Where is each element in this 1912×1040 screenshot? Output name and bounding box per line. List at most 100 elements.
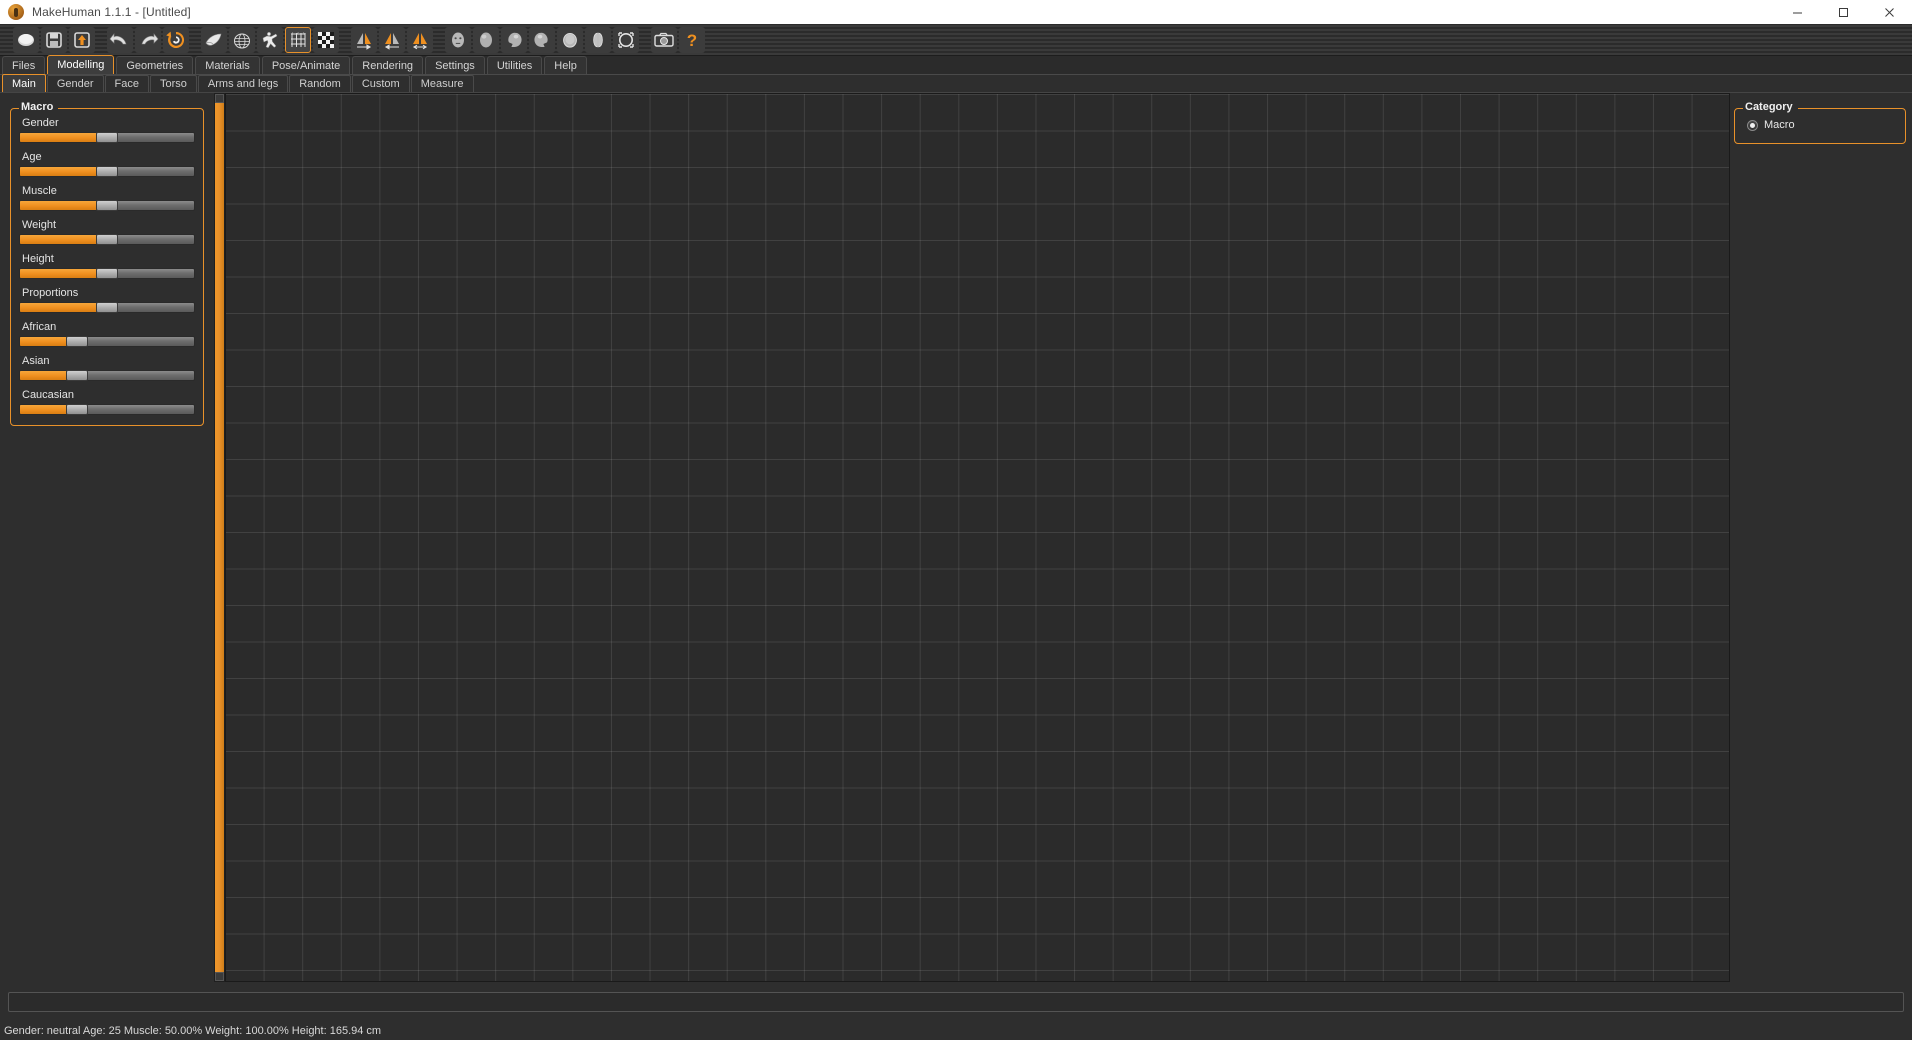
slider-asian[interactable]: Asian (19, 355, 195, 381)
symmetry-right-icon[interactable] (351, 26, 377, 53)
grid-icon[interactable] (285, 26, 311, 53)
slider-fill (20, 133, 107, 142)
slider-label: Caucasian (22, 389, 74, 401)
scroll-down-icon[interactable] (215, 972, 224, 981)
subtab-arms-and-legs[interactable]: Arms and legs (197, 75, 289, 92)
slider-muscle[interactable]: Muscle (19, 185, 195, 211)
progress-bar-area (8, 992, 1904, 1012)
slider-track[interactable] (19, 200, 195, 211)
slider-handle[interactable] (66, 370, 89, 381)
slider-track[interactable] (19, 234, 195, 245)
viewport-vertical-scrollbar[interactable] (214, 93, 225, 982)
slider-age[interactable]: Age (19, 151, 195, 177)
radio-button-icon[interactable] (1747, 119, 1758, 131)
slider-caucasian[interactable]: Caucasian (19, 389, 195, 415)
left-view-head-icon[interactable] (501, 26, 527, 53)
reset-camera-icon[interactable] (613, 26, 639, 53)
slider-track[interactable] (19, 132, 195, 143)
subtab-main[interactable]: Main (2, 74, 46, 92)
slider-handle[interactable] (66, 336, 89, 347)
subtab-face[interactable]: Face (104, 75, 150, 92)
new-document-icon[interactable] (13, 26, 39, 53)
slider-track[interactable] (19, 336, 195, 347)
slider-track[interactable] (19, 370, 195, 381)
slider-handle[interactable] (66, 404, 89, 415)
category-option-macro[interactable]: Macro (1743, 117, 1897, 133)
slider-label: Height (22, 253, 54, 265)
tab-help[interactable]: Help (544, 56, 587, 74)
smooth-shading-icon[interactable] (201, 26, 227, 53)
left-settings-panel: Macro Gender Age Muscle Weight Height Pr… (0, 93, 212, 426)
checkerboard-background-icon[interactable] (313, 26, 339, 53)
slider-handle[interactable] (96, 166, 118, 177)
main-tab-bar: Files Modelling Geometries Materials Pos… (0, 55, 1912, 75)
slider-proportions[interactable]: Proportions (19, 287, 195, 313)
toolbar-separator (96, 27, 106, 53)
tab-files[interactable]: Files (2, 56, 46, 74)
tab-rendering[interactable]: Rendering (352, 56, 424, 74)
category-option-label: Macro (1764, 119, 1795, 131)
slider-handle[interactable] (96, 302, 118, 313)
scroll-up-icon[interactable] (215, 94, 224, 103)
subtab-custom[interactable]: Custom (351, 75, 410, 92)
slider-label: Asian (22, 355, 50, 367)
front-view-face-icon[interactable] (445, 26, 471, 53)
slider-handle[interactable] (96, 268, 118, 279)
pose-figure-icon[interactable] (257, 26, 283, 53)
slider-handle[interactable] (96, 234, 118, 245)
slider-handle[interactable] (96, 132, 118, 143)
slider-height[interactable]: Height (19, 253, 195, 279)
camera-grab-screenshot-icon[interactable] (651, 26, 677, 53)
symmetry-left-icon[interactable] (379, 26, 405, 53)
slider-weight[interactable]: Weight (19, 219, 195, 245)
tab-pose-animate[interactable]: Pose/Animate (261, 56, 351, 74)
slider-label: African (22, 321, 57, 333)
reset-mesh-icon[interactable] (163, 26, 189, 53)
3d-viewport[interactable] (225, 93, 1730, 982)
maximize-icon[interactable] (1820, 0, 1866, 24)
top-view-head-icon[interactable] (557, 26, 583, 53)
side-by-side-view-icon[interactable] (585, 26, 611, 53)
slider-label: Muscle (22, 185, 57, 197)
slider-track[interactable] (19, 166, 195, 177)
subtab-gender[interactable]: Gender (46, 75, 104, 92)
back-view-head-icon[interactable] (473, 26, 499, 53)
help-question-mark-icon[interactable]: ? (679, 26, 705, 53)
subtab-measure[interactable]: Measure (410, 75, 474, 92)
tab-geometries[interactable]: Geometries (116, 56, 194, 74)
slider-fill (20, 269, 107, 278)
status-bar-text: Gender: neutral Age: 25 Muscle: 50.00% W… (4, 1025, 382, 1037)
main-toolbar: ? (0, 24, 1912, 56)
slider-gender[interactable]: Gender (19, 117, 195, 143)
tab-utilities[interactable]: Utilities (486, 56, 543, 74)
close-icon[interactable] (1866, 0, 1912, 24)
toolbar-separator (340, 27, 350, 53)
viewport-area (214, 93, 1730, 982)
tab-modelling[interactable]: Modelling (47, 55, 115, 74)
slider-african[interactable]: African (19, 321, 195, 347)
slider-label: Gender (22, 117, 59, 129)
slider-fill (20, 167, 107, 176)
slider-fill (20, 235, 107, 244)
slider-track[interactable] (19, 404, 195, 415)
slider-fill (20, 201, 107, 210)
tab-settings[interactable]: Settings (425, 56, 485, 74)
slider-handle[interactable] (96, 200, 118, 211)
load-folder-up-arrow-icon[interactable] (69, 26, 95, 53)
slider-track[interactable] (19, 268, 195, 279)
save-floppy-icon[interactable] (41, 26, 67, 53)
scrollbar-thumb[interactable] (215, 103, 224, 972)
redo-arrow-icon[interactable] (135, 26, 161, 53)
toolbar-separator (434, 27, 444, 53)
right-view-head-icon[interactable] (529, 26, 555, 53)
minimize-icon[interactable] (1774, 0, 1820, 24)
undo-arrow-icon[interactable] (107, 26, 133, 53)
subtab-random[interactable]: Random (289, 75, 351, 92)
sub-tab-bar: Main Gender Face Torso Arms and legs Ran… (0, 74, 1912, 93)
tab-materials[interactable]: Materials (195, 56, 260, 74)
slider-label: Age (22, 151, 42, 163)
symmetry-both-icon[interactable] (407, 26, 433, 53)
subtab-torso[interactable]: Torso (150, 75, 197, 92)
slider-track[interactable] (19, 302, 195, 313)
wireframe-globe-icon[interactable] (229, 26, 255, 53)
